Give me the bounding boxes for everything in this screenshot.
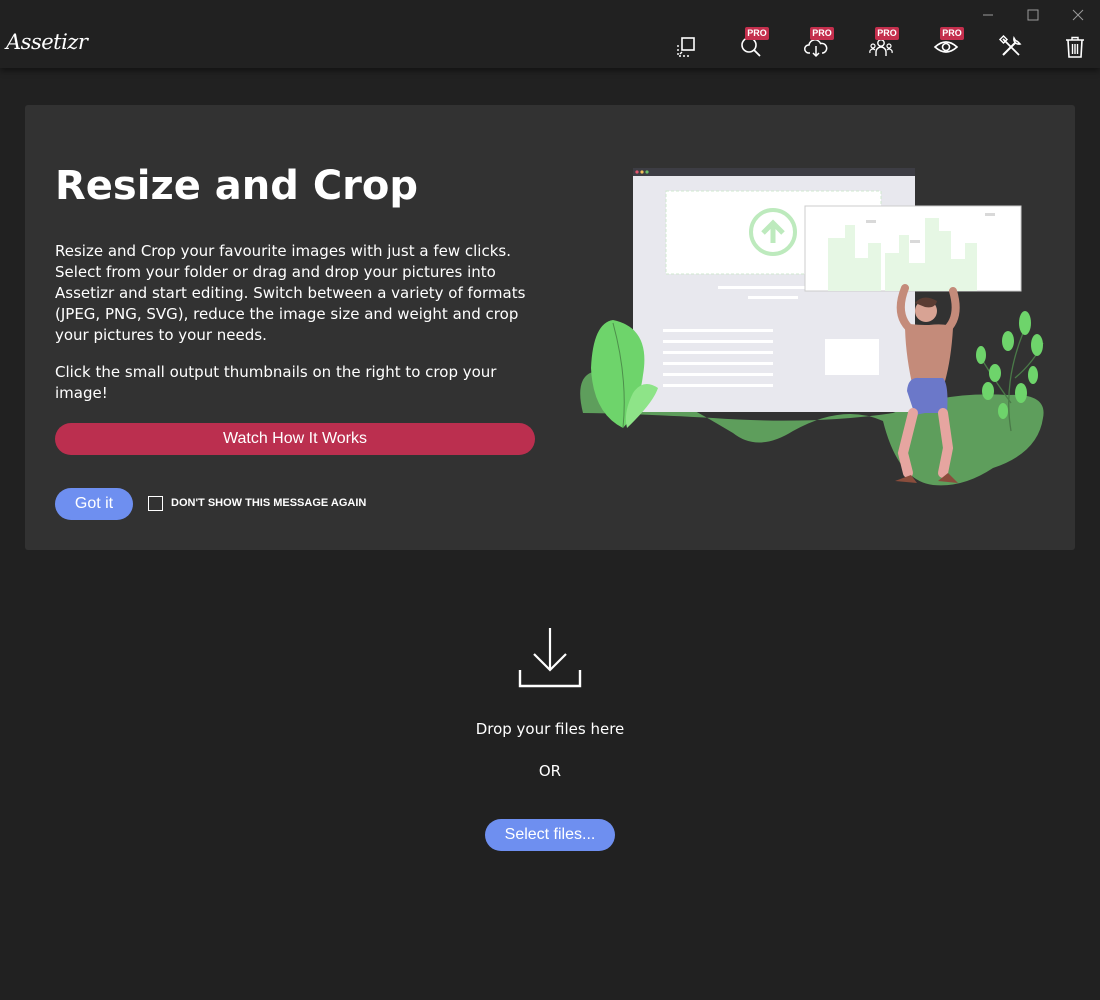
- delete-button[interactable]: [1062, 34, 1088, 60]
- close-button[interactable]: [1067, 4, 1089, 26]
- close-icon: [1072, 9, 1084, 21]
- tools-button[interactable]: [998, 34, 1024, 60]
- trash-icon: [1066, 36, 1084, 58]
- resize-crop-tool-button[interactable]: [673, 34, 699, 60]
- maximize-button[interactable]: [1022, 4, 1044, 26]
- minimize-button[interactable]: [977, 4, 999, 26]
- pro-badge: PRO: [810, 27, 834, 40]
- watch-how-it-works-button[interactable]: Watch How It Works: [55, 423, 535, 455]
- illustration-image: [580, 168, 1044, 486]
- resize-crop-icon: [677, 37, 695, 57]
- card-title: Resize and Crop: [55, 163, 419, 209]
- card-tip: Click the small output thumbnails on the…: [55, 363, 497, 402]
- pro-badge: PRO: [940, 27, 964, 40]
- maximize-icon: [1027, 9, 1039, 21]
- or-separator: OR: [538, 762, 562, 780]
- card-description: Resize and Crop your favourite images wi…: [55, 242, 526, 344]
- dont-show-checkbox[interactable]: [148, 496, 163, 511]
- got-it-button[interactable]: Got it: [55, 488, 133, 520]
- minimize-icon: [983, 14, 993, 16]
- info-card: Resize and Crop Resize and Crop your fav…: [25, 105, 1075, 550]
- select-files-button[interactable]: Select files...: [485, 819, 615, 851]
- dont-show-label: DON'T SHOW THIS MESSAGE AGAIN: [171, 497, 367, 509]
- tools-icon: [998, 34, 1022, 56]
- app-logo: Assetizr: [6, 30, 88, 54]
- pro-badge: PRO: [745, 27, 769, 40]
- drop-files-text: Drop your files here: [475, 720, 625, 738]
- pro-badge: PRO: [875, 27, 899, 40]
- title-bar: Assetizr PRO PRO PRO PRO: [0, 0, 1100, 68]
- download-icon: [518, 628, 582, 688]
